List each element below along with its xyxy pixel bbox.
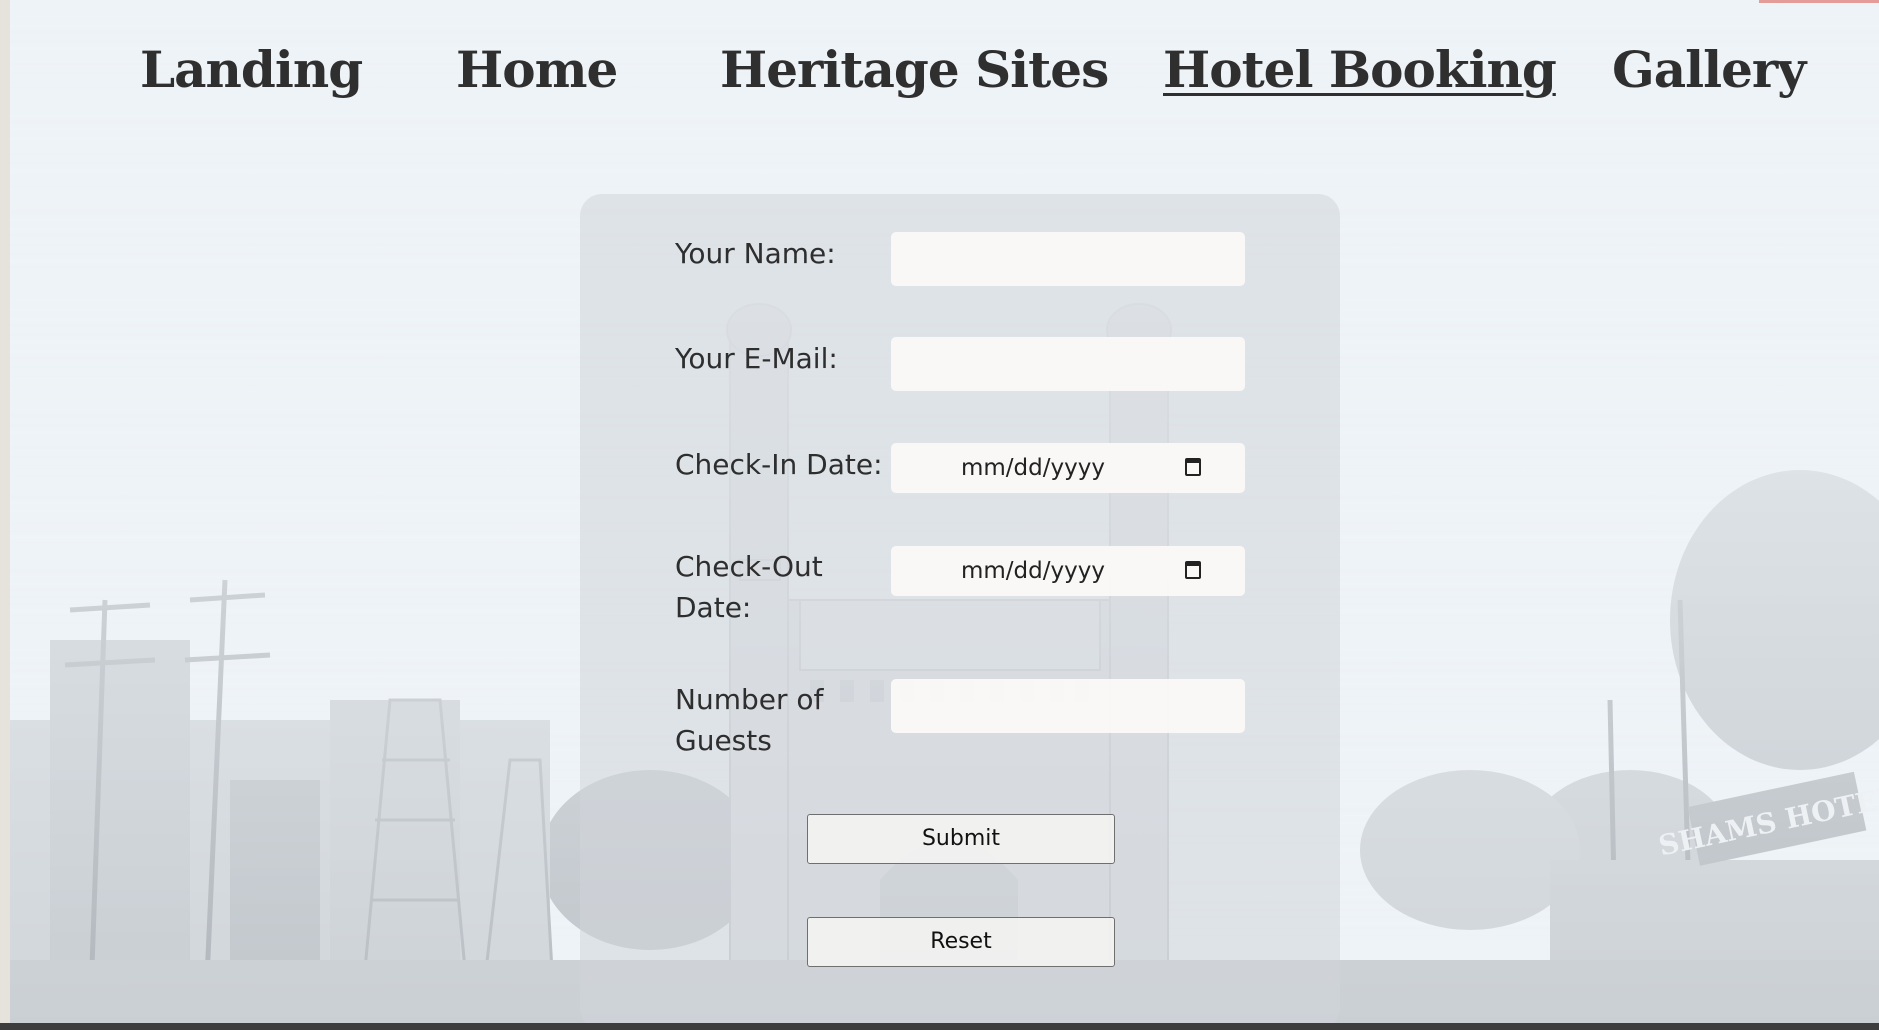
top-accent-bar — [1759, 0, 1879, 3]
booking-form-panel: Your Name: Your E-Mail: Check-In Date: m… — [580, 194, 1340, 1030]
nav-link-heritage-sites[interactable]: Heritage Sites — [720, 40, 1109, 99]
nav-link-hotel-booking[interactable]: Hotel Booking — [1163, 40, 1557, 99]
nav-link-home[interactable]: Home — [456, 40, 618, 99]
calendar-icon[interactable] — [1185, 561, 1201, 579]
checkout-label: Check-Out Date: — [675, 550, 823, 624]
svg-text:SHAMS HOTEL: SHAMS HOTEL — [1656, 780, 1879, 863]
checkin-date-input[interactable]: mm/dd/yyyy — [891, 443, 1245, 493]
checkin-date-placeholder: mm/dd/yyyy — [961, 455, 1105, 481]
name-input[interactable] — [891, 232, 1245, 286]
nav-link-gallery[interactable]: Gallery — [1612, 40, 1806, 99]
guests-label: Number of Guests — [675, 683, 824, 757]
guests-input[interactable] — [891, 679, 1245, 733]
name-label: Your Name: — [675, 237, 836, 270]
checkin-label: Check-In Date: — [675, 448, 883, 481]
email-input[interactable] — [891, 337, 1245, 391]
checkout-date-placeholder: mm/dd/yyyy — [961, 558, 1105, 584]
calendar-icon[interactable] — [1185, 458, 1201, 476]
main-nav: Landing Home Heritage Sites Hotel Bookin… — [0, 40, 1879, 120]
submit-button[interactable]: Submit — [807, 814, 1115, 864]
email-label: Your E-Mail: — [675, 342, 838, 375]
checkout-date-input[interactable]: mm/dd/yyyy — [891, 546, 1245, 596]
bottom-bar — [0, 1023, 1879, 1030]
left-edge-strip — [0, 0, 10, 1030]
nav-link-landing[interactable]: Landing — [140, 40, 363, 99]
reset-button[interactable]: Reset — [807, 917, 1115, 967]
